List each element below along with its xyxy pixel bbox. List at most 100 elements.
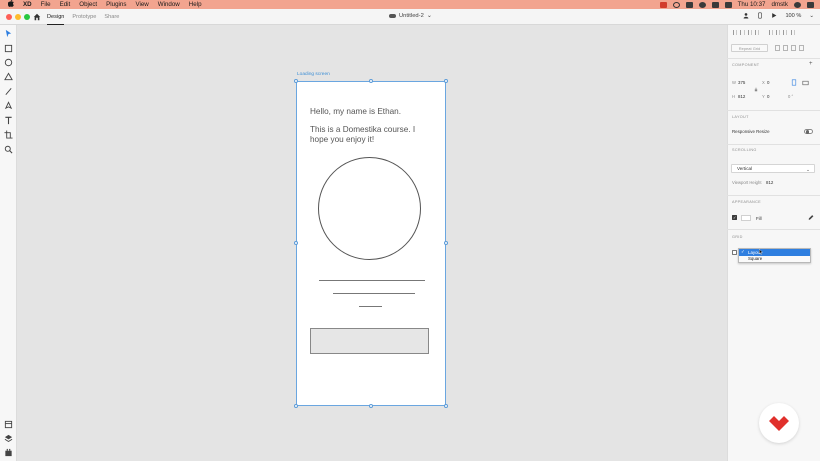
control-center-icon[interactable] <box>807 1 814 8</box>
scrolling-select[interactable]: Vertical ⌄ <box>731 164 815 173</box>
placeholder-line-1[interactable] <box>319 280 425 281</box>
x-field[interactable]: 0 <box>767 80 769 85</box>
plugins-panel-icon[interactable] <box>4 448 13 457</box>
menubar-user[interactable]: dmstk <box>771 1 788 8</box>
union-icon[interactable] <box>775 45 780 51</box>
eyedropper-icon[interactable] <box>808 214 814 221</box>
minimize-window-button[interactable] <box>15 14 21 20</box>
ellipse-tool-icon[interactable] <box>4 58 13 67</box>
menu-app-name[interactable]: XD <box>23 1 32 8</box>
device-preview-icon[interactable] <box>757 12 763 19</box>
placeholder-line-3[interactable] <box>359 306 382 307</box>
rectangle-tool-icon[interactable] <box>4 44 13 53</box>
divider <box>727 110 820 111</box>
menu-window[interactable]: Window <box>158 1 180 8</box>
tab-design[interactable]: Design <box>47 9 65 25</box>
select-tool-icon[interactable] <box>4 29 13 38</box>
add-component-button[interactable]: + <box>809 61 813 67</box>
assets-panel-icon[interactable] <box>4 420 13 429</box>
resize-handle-top[interactable] <box>369 79 373 83</box>
placeholder-line-2[interactable] <box>333 293 415 294</box>
flag-icon[interactable] <box>659 1 667 8</box>
apple-menu-icon[interactable] <box>7 0 15 9</box>
fill-color-swatch[interactable] <box>741 215 751 221</box>
tab-share[interactable]: Share <box>104 9 119 25</box>
artboard-label[interactable]: Loading screen <box>297 72 330 77</box>
portrait-orientation-icon[interactable] <box>791 79 797 86</box>
fill-checkbox[interactable]: ✓ <box>732 215 737 220</box>
zoom-tool-icon[interactable] <box>4 145 13 154</box>
intersect-icon[interactable] <box>791 45 796 51</box>
home-icon[interactable] <box>33 13 41 21</box>
resize-handle-bottom-left[interactable] <box>294 404 298 408</box>
y-field[interactable]: 0 <box>767 94 769 99</box>
zoom-window-button[interactable] <box>24 14 30 20</box>
text-tool-icon[interactable] <box>4 116 13 125</box>
button-placeholder-rect[interactable] <box>310 328 429 354</box>
artboard-loading-screen[interactable]: Hello, my name is Ethan. This is a Domes… <box>296 81 446 406</box>
grid-checkbox[interactable] <box>732 250 737 255</box>
align-middle-icon[interactable] <box>775 30 781 35</box>
battery-icon[interactable] <box>711 1 719 8</box>
height-field[interactable]: 812 <box>738 94 745 99</box>
resize-handle-top-left[interactable] <box>294 79 298 83</box>
menubar-clock[interactable]: Thu 10:37 <box>738 1 766 8</box>
menu-help[interactable]: Help <box>189 1 202 8</box>
responsive-resize-toggle[interactable] <box>804 129 813 134</box>
play-icon[interactable] <box>771 12 777 19</box>
align-right-icon[interactable] <box>747 30 752 35</box>
grid-section-title: GRID <box>732 235 743 239</box>
avatar-circle[interactable] <box>318 157 421 260</box>
divider <box>727 144 820 145</box>
divider <box>727 58 820 59</box>
menu-file[interactable]: File <box>41 1 51 8</box>
siri-icon[interactable] <box>794 1 801 8</box>
display-icon[interactable] <box>685 1 693 8</box>
resize-handle-bottom[interactable] <box>369 404 373 408</box>
menu-edit[interactable]: Edit <box>60 1 71 8</box>
align-bottom-icon[interactable] <box>783 30 788 35</box>
grid-type-dropdown[interactable]: ✓ Layout Square <box>738 248 811 263</box>
line-tool-icon[interactable] <box>4 87 13 96</box>
input-source-icon[interactable] <box>724 1 732 8</box>
record-icon[interactable] <box>672 1 680 8</box>
viewport-height-field[interactable]: 812 <box>766 180 773 185</box>
chevron-down-icon: ⌄ <box>806 166 810 172</box>
zoom-chevron-icon[interactable]: ⌄ <box>809 13 814 19</box>
artboard-tool-icon[interactable] <box>4 130 13 139</box>
exclude-icon[interactable] <box>799 45 804 51</box>
resize-handle-top-right[interactable] <box>444 79 448 83</box>
grid-option-layout[interactable]: ✓ Layout <box>739 249 810 256</box>
resize-handle-right[interactable] <box>444 241 448 245</box>
layers-panel-icon[interactable] <box>4 434 13 443</box>
check-icon: ✓ <box>741 249 745 255</box>
rotation-field[interactable]: 0 ° <box>788 94 793 99</box>
intro-text[interactable]: This is a Domestika course. I hope you e… <box>310 125 428 145</box>
align-center-icon[interactable] <box>740 30 745 35</box>
menu-object[interactable]: Object <box>79 1 97 8</box>
pen-tool-icon[interactable] <box>4 101 13 110</box>
document-title-area[interactable]: Untitled-2 ⌄ <box>389 13 432 19</box>
resize-handle-left[interactable] <box>294 241 298 245</box>
width-field[interactable]: 375 <box>738 80 745 85</box>
distribute-horizontal-icon[interactable] <box>755 30 760 35</box>
menu-plugins[interactable]: Plugins <box>106 1 126 8</box>
brand-badge <box>759 403 799 443</box>
distribute-vertical-icon[interactable] <box>790 30 795 35</box>
polygon-tool-icon[interactable] <box>4 72 13 81</box>
user-icon[interactable] <box>743 12 749 19</box>
grid-option-square[interactable]: Square <box>739 256 810 263</box>
zoom-level[interactable]: 100 % <box>785 13 801 19</box>
wifi-icon[interactable] <box>698 1 706 8</box>
align-top-icon[interactable] <box>768 30 773 35</box>
tab-prototype[interactable]: Prototype <box>72 9 96 25</box>
close-window-button[interactable] <box>6 14 12 20</box>
landscape-orientation-icon[interactable] <box>802 80 809 86</box>
subtract-icon[interactable] <box>783 45 788 51</box>
resize-handle-bottom-right[interactable] <box>444 404 448 408</box>
repeat-grid-button[interactable]: Repeat Grid <box>731 44 768 52</box>
menu-view[interactable]: View <box>135 1 148 8</box>
lock-aspect-icon[interactable] <box>754 87 758 92</box>
align-left-icon[interactable] <box>733 30 738 35</box>
greeting-text[interactable]: Hello, my name is Ethan. <box>310 107 401 116</box>
